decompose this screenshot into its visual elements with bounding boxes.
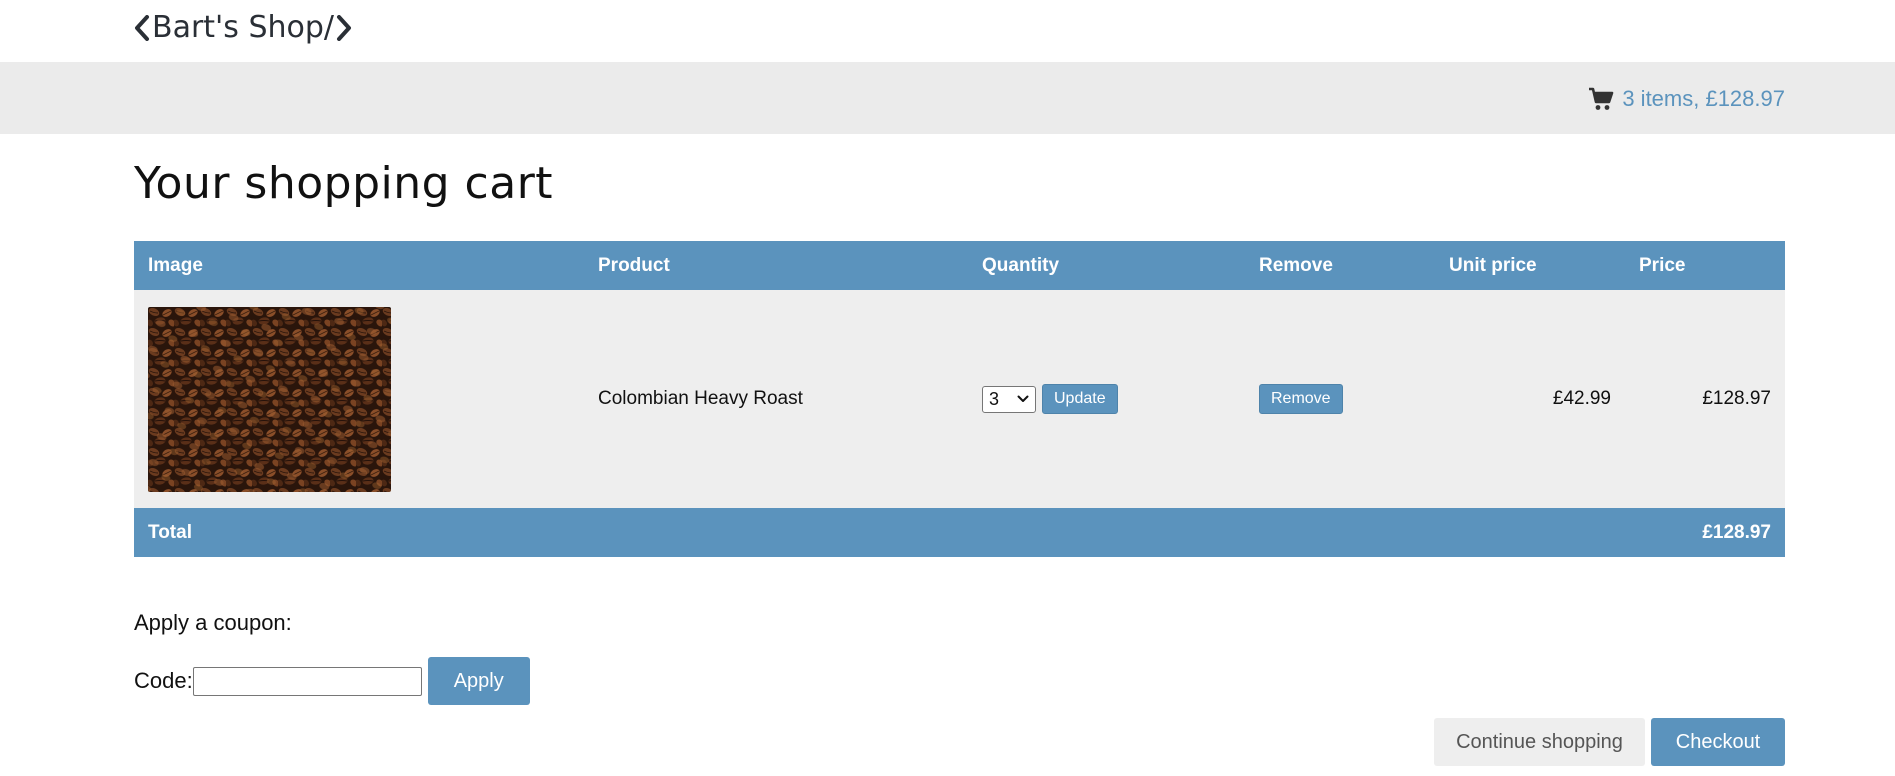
quantity-cell: 3 Update [968,290,1245,508]
product-image[interactable] [148,306,391,492]
table-row: Colombian Heavy Roast 3 Update Remove £4… [134,290,1785,508]
site-header: Bart's Shop/ [0,0,1895,62]
coupon-code-input[interactable] [192,666,422,696]
page-title: Your shopping cart [134,158,554,209]
code-label: Code: [134,668,193,693]
cart-table: Image Product Quantity Remove Unit price… [134,241,1785,557]
remove-button[interactable]: Remove [1259,384,1343,414]
column-header-product: Product [584,241,968,290]
site-logo[interactable]: Bart's Shop/ [134,10,352,45]
update-button[interactable]: Update [1042,384,1118,414]
column-header-price: Price [1625,241,1785,290]
coupon-form: Code: Apply [134,657,530,705]
product-name: Colombian Heavy Roast [584,290,968,508]
table-header-row: Image Product Quantity Remove Unit price… [134,241,1785,290]
column-header-image: Image [134,241,584,290]
continue-shopping-button[interactable]: Continue shopping [1434,718,1645,766]
chevron-right-icon [337,14,352,41]
cart-summary-link[interactable]: 3 items, £128.97 [1588,86,1785,112]
chevron-left-icon [135,14,149,41]
column-header-remove: Remove [1245,241,1435,290]
total-row: Total £128.97 [134,508,1785,557]
total-label: Total [134,508,584,557]
checkout-button[interactable]: Checkout [1651,718,1785,766]
column-header-unit-price: Unit price [1435,241,1625,290]
unit-price: £42.99 [1435,290,1625,508]
line-price: £128.97 [1625,290,1785,508]
cart-bar: 3 items, £128.97 [0,62,1895,134]
quantity-select[interactable]: 3 [982,385,1036,413]
remove-cell: Remove [1245,290,1435,508]
logo-text: Bart's Shop/ [152,10,335,45]
image-cell [134,290,584,508]
cart-summary-text: 3 items, £128.97 [1622,86,1785,111]
chevron-down-icon [1017,395,1029,402]
total-value: £128.97 [1625,508,1785,557]
coupon-heading: Apply a coupon: [134,610,292,635]
apply-coupon-button[interactable]: Apply [427,657,530,705]
cart-icon [1589,87,1614,110]
quantity-value: 3 [989,388,1000,409]
column-header-quantity: Quantity [968,241,1245,290]
